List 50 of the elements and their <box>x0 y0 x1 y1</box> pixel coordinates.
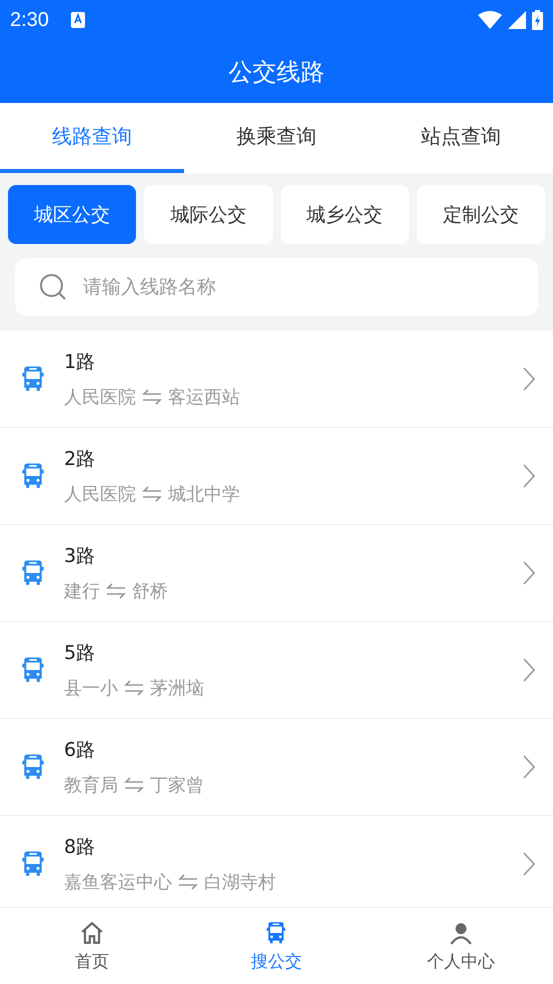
chevron-right-icon[interactable] <box>523 561 535 585</box>
route-start: 建行 <box>64 580 100 603</box>
route-name[interactable]: 8路 <box>64 834 507 860</box>
route-start: 嘉鱼客运中心 <box>64 871 172 894</box>
category-chip[interactable]: 定制公交 <box>416 185 545 244</box>
category-chip[interactable]: 城区公交 <box>8 185 136 244</box>
nav-tab[interactable]: 个人中心 <box>368 908 553 984</box>
swap-arrows-icon <box>178 874 198 890</box>
swap-arrows-icon <box>142 486 162 502</box>
route-end: 客运西站 <box>168 386 240 409</box>
route-start: 人民医院 <box>64 386 136 409</box>
route-name[interactable]: 2路 <box>64 446 507 472</box>
swap-arrows-icon <box>124 777 144 793</box>
category-chip[interactable]: 城乡公交 <box>280 185 409 244</box>
chevron-right-icon[interactable] <box>523 852 535 876</box>
search-bar[interactable]: 请输入线路名称 <box>15 258 538 316</box>
route-end: 白湖寺村 <box>204 871 276 894</box>
chevron-right-icon[interactable] <box>523 658 535 682</box>
nav-tab[interactable]: 首页 <box>0 908 184 984</box>
keyboard-icon <box>70 12 85 28</box>
chevron-right-icon[interactable] <box>523 755 535 779</box>
route-end: 城北中学 <box>168 483 240 506</box>
search-field[interactable]: 请输入线路名称 <box>81 275 514 299</box>
wifi-icon <box>478 11 502 29</box>
route-name[interactable]: 6路 <box>64 737 507 763</box>
swap-arrows-icon <box>142 389 162 405</box>
nav-tab[interactable]: 搜公交 <box>184 908 369 984</box>
swap-arrows-icon <box>124 680 144 696</box>
tab[interactable]: 换乘查询 <box>184 103 369 173</box>
home-icon <box>79 920 106 946</box>
battery-icon <box>532 10 543 30</box>
route-end: 丁家曾 <box>150 774 204 797</box>
tab[interactable]: 站点查询 <box>368 103 553 173</box>
tab[interactable]: 线路查询 <box>0 103 184 173</box>
search-icon <box>39 273 67 301</box>
route-name[interactable]: 1路 <box>64 349 507 375</box>
route-name[interactable]: 5路 <box>64 640 507 666</box>
category-chip[interactable]: 城际公交 <box>144 185 272 244</box>
status-time: 2:30 <box>10 8 49 32</box>
swap-arrows-icon <box>106 583 126 599</box>
chevron-right-icon[interactable] <box>523 367 535 391</box>
route-name[interactable]: 3路 <box>64 543 507 569</box>
page-title: 公交线路 <box>228 56 324 88</box>
route-start: 县一小 <box>64 677 118 700</box>
route-start: 人民医院 <box>64 483 136 506</box>
route-start: 教育局 <box>64 774 118 797</box>
chevron-right-icon[interactable] <box>523 464 535 488</box>
route-end: 茅洲垴 <box>150 677 204 700</box>
route-end: 舒桥 <box>132 580 168 603</box>
signal-icon <box>508 11 526 29</box>
